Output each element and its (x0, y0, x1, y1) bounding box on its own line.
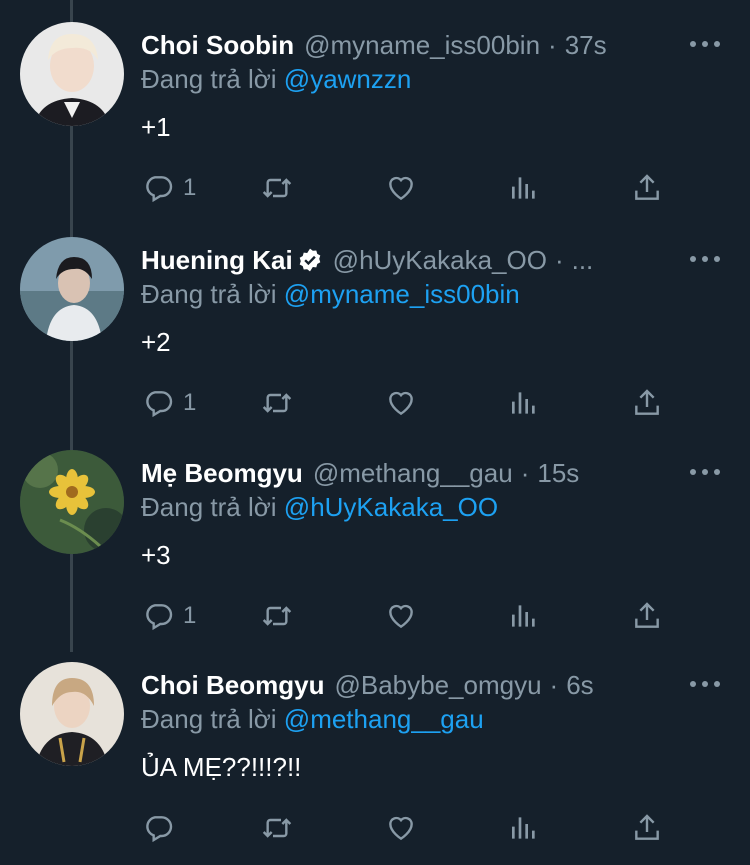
retweet-button[interactable] (261, 598, 293, 634)
timestamp[interactable]: 37s (565, 30, 607, 61)
stats-button[interactable] (508, 810, 540, 846)
avatar[interactable] (20, 450, 124, 554)
stats-button[interactable] (508, 170, 540, 206)
retweet-icon (262, 606, 292, 626)
share-button[interactable] (631, 385, 663, 421)
like-button[interactable] (385, 385, 417, 421)
tweet-text: +2 (141, 327, 171, 357)
reply-context: Đang trả lời @myname_iss00bin (141, 279, 520, 310)
avatar[interactable] (20, 22, 124, 126)
share-icon (635, 174, 659, 200)
reply-mention-link[interactable]: @hUyKakaka_OO (284, 492, 498, 522)
more-icon[interactable] (690, 251, 720, 267)
reply-icon (146, 176, 173, 203)
stats-icon (512, 817, 535, 839)
user-handle[interactable]: @myname_iss00bin (304, 30, 540, 61)
verified-icon (299, 248, 320, 272)
like-icon (389, 816, 413, 841)
like-button[interactable] (385, 810, 417, 846)
retweet-icon (262, 393, 292, 413)
retweet-button[interactable] (261, 385, 293, 421)
reply-context: Đang trả lời @methang__gau (141, 704, 484, 735)
display-name[interactable]: Choi Beomgyu (141, 670, 324, 701)
reply-count: 1 (183, 602, 197, 629)
like-button[interactable] (385, 598, 417, 634)
retweet-icon (262, 818, 292, 838)
stats-icon (512, 177, 535, 199)
timestamp[interactable]: ... (572, 245, 594, 276)
display-name[interactable]: Mẹ Beomgyu (141, 458, 303, 489)
reply-prefix: Đang trả lời (141, 279, 277, 309)
like-icon (389, 176, 413, 201)
tweet[interactable]: Mẹ Beomgyu @methang__gau · 15s Đang trả … (0, 428, 750, 640)
share-button[interactable] (631, 170, 663, 206)
stats-button[interactable] (508, 385, 540, 421)
reply-context: Đang trả lời @yawnzzn (141, 64, 411, 95)
separator-dot: · (549, 669, 559, 700)
display-name[interactable]: Huening Kai (141, 245, 293, 276)
reply-prefix: Đang trả lời (141, 492, 277, 522)
tweet-text: +3 (141, 540, 171, 570)
reply-prefix: Đang trả lời (141, 704, 277, 734)
reply-mention-link[interactable]: @myname_iss00bin (284, 279, 520, 309)
tweet-text: ỦA MẸ??!!!?!! (141, 752, 302, 782)
like-icon (389, 391, 413, 416)
user-handle[interactable]: @methang__gau (313, 458, 513, 489)
reply-count: 1 (183, 389, 197, 416)
retweet-icon (262, 178, 292, 198)
stats-button[interactable] (508, 598, 540, 634)
reply-prefix: Đang trả lời (141, 64, 277, 94)
stats-icon (512, 605, 535, 627)
reply-thread: Choi Soobin @myname_iss00bin · 37s Đang … (0, 0, 750, 865)
tweet-actions: 1 (141, 598, 681, 634)
share-icon (635, 814, 659, 840)
reply-icon (146, 391, 173, 418)
user-handle[interactable]: @Babybe_omgyu (334, 670, 541, 701)
user-handle[interactable]: @hUyKakaka_OO (333, 245, 547, 276)
reply-mention-link[interactable]: @yawnzzn (284, 64, 412, 94)
reply-count: 1 (183, 174, 197, 201)
separator-dot: · (548, 29, 557, 60)
more-icon[interactable] (690, 464, 720, 480)
timestamp[interactable]: 15s (537, 458, 579, 489)
timestamp[interactable]: 6s (566, 670, 593, 701)
tweet-actions: 1 (141, 170, 681, 206)
stats-icon (512, 392, 535, 414)
tweet-text: +1 (141, 112, 171, 142)
share-icon (635, 602, 659, 628)
reply-icon (146, 604, 173, 631)
retweet-button[interactable] (261, 170, 293, 206)
reply-icon (146, 816, 173, 843)
avatar[interactable] (20, 662, 124, 766)
more-icon[interactable] (690, 36, 720, 52)
tweet[interactable]: Huening Kai @hUyKakaka_OO · ... Đang trả… (0, 215, 750, 427)
reply-mention-link[interactable]: @methang__gau (284, 704, 484, 734)
reply-button[interactable]: 1 (143, 170, 196, 206)
more-icon[interactable] (690, 676, 720, 692)
avatar[interactable] (20, 237, 124, 341)
tweet[interactable]: Choi Soobin @myname_iss00bin · 37s Đang … (0, 0, 750, 212)
like-icon (389, 604, 413, 629)
reply-button[interactable] (143, 810, 175, 846)
reply-context: Đang trả lời @hUyKakaka_OO (141, 492, 498, 523)
tweet[interactable]: Choi Beomgyu @Babybe_omgyu · 6s Đang trả… (0, 640, 750, 852)
separator-dot: · (554, 244, 564, 275)
retweet-button[interactable] (261, 810, 293, 846)
reply-button[interactable]: 1 (143, 598, 196, 634)
display-name[interactable]: Choi Soobin (141, 30, 294, 61)
like-button[interactable] (385, 170, 417, 206)
share-button[interactable] (631, 598, 663, 634)
tweet-actions: 1 (141, 385, 681, 421)
tweet-actions (141, 810, 681, 846)
separator-dot: · (520, 457, 530, 488)
reply-button[interactable]: 1 (143, 385, 196, 421)
share-icon (635, 389, 659, 415)
share-button[interactable] (631, 810, 663, 846)
